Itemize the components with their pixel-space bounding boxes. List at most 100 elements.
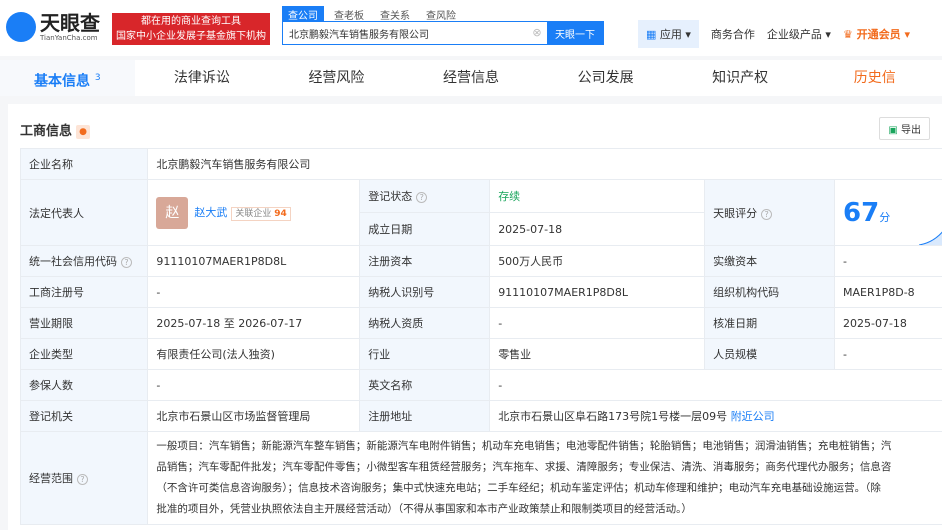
- table-row: 企业名称 北京鹏毅汽车销售服务有限公司: [19, 148, 942, 180]
- tab-legal[interactable]: 法律诉讼: [135, 60, 270, 96]
- crown-icon: ♛: [842, 28, 857, 41]
- export-icon: ▣: [888, 125, 901, 136]
- label-text: 登记状态: [368, 190, 413, 203]
- section-title-text: 工商信息: [20, 124, 73, 139]
- help-icon[interactable]: ?: [761, 208, 773, 220]
- slogan-line: 国家中小企业发展子基金旗下机构: [116, 31, 266, 42]
- address-cell: 北京市石景山区阜石路173号院1号楼一层09号 附近公司: [489, 400, 942, 432]
- scope-line: （不含许可类信息咨询服务）；信息技术咨询服务；集中式快速充电站；二手车经纪；机动…: [156, 482, 881, 494]
- label: 成立日期: [359, 212, 491, 246]
- avatar: 赵: [156, 196, 189, 229]
- label: 注册地址: [359, 400, 491, 432]
- label-text: 天眼评分: [713, 206, 758, 220]
- business-scope: 一般项目：汽车销售；新能源汽车整车销售；新能源汽车电附件销售；机动车充电销售；电…: [147, 431, 942, 525]
- clear-icon[interactable]: ⊗: [527, 22, 547, 44]
- paid-capital: -: [834, 245, 942, 277]
- table-row: 经营范围? 一般项目：汽车销售；新能源汽车整车销售；新能源汽车电附件销售；机动车…: [19, 431, 942, 525]
- tab-badge: 3: [94, 73, 101, 83]
- label-text: 经营范围: [29, 472, 73, 485]
- search-box: ⊗ 天眼一下: [282, 21, 604, 45]
- table-row: 营业期限 2025-07-18 至 2026-07-17 纳税人资质 - 核准日期 202…: [19, 307, 942, 339]
- section-title: 工商信息 ●: [20, 120, 91, 139]
- search-button[interactable]: 天眼一下: [547, 22, 603, 44]
- label: 核准日期: [704, 307, 835, 339]
- score-unit: 分: [879, 210, 891, 224]
- reg-capital: 500万人民币: [489, 245, 706, 277]
- table-row: 参保人数 - 英文名称 -: [19, 369, 942, 401]
- label: 组织机构代码: [704, 276, 835, 308]
- address: 北京市石景山区阜石路173号院1号楼一层09号: [498, 410, 728, 423]
- table-row: 统一社会信用代码? 91110107MAER1P8D8L 注册资本 500万人民币 实缴…: [19, 245, 942, 277]
- company-type: 有限责任公司(法人独资): [147, 338, 361, 370]
- scope-line: 批准的项目外，凭营业执照依法自主开展经营活动）（不得从事国家和本市产业政策禁止和…: [156, 503, 692, 515]
- label: 英文名称: [359, 369, 491, 401]
- enterprise-menu[interactable]: 企业级产品 ▾: [767, 26, 831, 42]
- search-input[interactable]: [283, 22, 527, 44]
- tab-basic-info[interactable]: 基本信息 3: [0, 60, 135, 96]
- table-row: 工商注册号 - 纳税人识别号 91110107MAER1P8D8L 组织机构代码 MAER…: [19, 276, 942, 308]
- label: 登记机关: [19, 400, 149, 432]
- industry: 零售业: [489, 338, 706, 370]
- business-info-panel: 工商信息 ● ▣ 导出 企业名称 北京鹏毅汽车销售服务有限公司 法定代表人 赵赵大武…: [8, 104, 942, 530]
- app-menu[interactable]: ▦ 应用 ▾: [638, 20, 699, 48]
- tab-history[interactable]: 历史信: [807, 60, 942, 96]
- authority: 北京市石景山区市场监督管理局: [147, 400, 361, 432]
- enterprise-label: 企业级产品: [766, 28, 822, 41]
- slogan-line: 都在用的商业查询工具: [141, 16, 241, 27]
- tab-label: 基本信息: [33, 73, 90, 90]
- score-cell[interactable]: 67分: [834, 179, 942, 246]
- table-row: 登记机关 北京市石景山区市场监督管理局 注册地址 北京市石景山区阜石路173号院1号楼…: [19, 400, 942, 432]
- table-row: 法定代表人 赵赵大武 关联企业 94 登记状态? 存续 天眼评分? 67分: [19, 179, 942, 246]
- credit-code: 91110107MAER1P8D8L: [147, 245, 361, 277]
- label: 经营范围?: [19, 431, 149, 525]
- label: 企业名称: [19, 148, 149, 180]
- help-icon[interactable]: ?: [77, 474, 88, 485]
- top-bar: 天眼查 TianYanCha.com 都在用的商业查询工具国家中小企业发展子基金旗…: [0, 0, 942, 56]
- app-label: 应用: [659, 28, 682, 41]
- label: 企业类型: [19, 338, 149, 370]
- label: 参保人数: [19, 369, 149, 401]
- related-badge[interactable]: 关联企业 94: [231, 206, 291, 221]
- biz-link[interactable]: 商务合作: [711, 26, 755, 42]
- bell-icon[interactable]: ●: [76, 125, 91, 139]
- logo-sub: TianYanCha.com: [40, 34, 98, 42]
- label: 实缴资本: [704, 245, 835, 277]
- label: 天眼评分?: [704, 179, 835, 246]
- tab-operation[interactable]: 经营信息: [404, 60, 539, 96]
- english-name: -: [489, 369, 942, 401]
- insured: -: [147, 369, 361, 401]
- label: 纳税人识别号: [359, 276, 491, 308]
- label: 统一社会信用代码?: [19, 245, 149, 277]
- vip-label: 开通会员: [856, 28, 901, 41]
- legal-rep-link[interactable]: 赵大武: [194, 206, 227, 219]
- logo-icon: [6, 12, 36, 42]
- legal-rep-cell: 赵赵大武 关联企业 94: [147, 179, 361, 246]
- tab-risk[interactable]: 经营风险: [269, 60, 404, 96]
- help-icon[interactable]: ?: [121, 257, 132, 268]
- org-code: MAER1P8D-8: [834, 276, 942, 308]
- reg-status: 存续: [489, 179, 706, 213]
- top-nav: ▦ 应用 ▾ 商务合作 企业级产品 ▾ ♛ 开通会员 ▾: [638, 20, 910, 48]
- nearby-link[interactable]: 附近公司: [731, 410, 775, 423]
- slogan-banner[interactable]: 都在用的商业查询工具国家中小企业发展子基金旗下机构: [112, 13, 270, 45]
- term: 2025-07-18 至 2026-07-17: [147, 307, 361, 339]
- approval-date: 2025-07-18: [834, 307, 942, 339]
- scope-line: 品销售；汽车零配件批发；汽车零配件零售；小微型客车租赁经营服务；汽车拖车、求援、…: [156, 461, 892, 473]
- taxpayer-id: 91110107MAER1P8D8L: [489, 276, 706, 308]
- label-text: 统一社会信用代码: [29, 255, 117, 268]
- vip-button[interactable]: ♛ 开通会员 ▾: [843, 26, 910, 42]
- company-name: 北京鹏毅汽车销售服务有限公司: [147, 148, 942, 180]
- tab-ip[interactable]: 知识产权: [673, 60, 808, 96]
- score-value: 67: [843, 197, 880, 228]
- taxpayer-q: -: [489, 307, 706, 339]
- logo[interactable]: 天眼查 TianYanCha.com: [6, 12, 100, 42]
- related-label: 关联企业: [235, 208, 272, 219]
- tab-development[interactable]: 公司发展: [538, 60, 673, 96]
- export-button[interactable]: ▣ 导出: [879, 117, 930, 140]
- help-icon[interactable]: ?: [416, 192, 428, 203]
- export-label: 导出: [901, 125, 921, 136]
- label: 人员规模: [704, 338, 835, 370]
- label: 工商注册号: [19, 276, 149, 308]
- grid-icon: ▦: [646, 28, 660, 41]
- main-tabs: 基本信息 3 法律诉讼 经营风险 经营信息 公司发展 知识产权 历史信: [0, 60, 942, 96]
